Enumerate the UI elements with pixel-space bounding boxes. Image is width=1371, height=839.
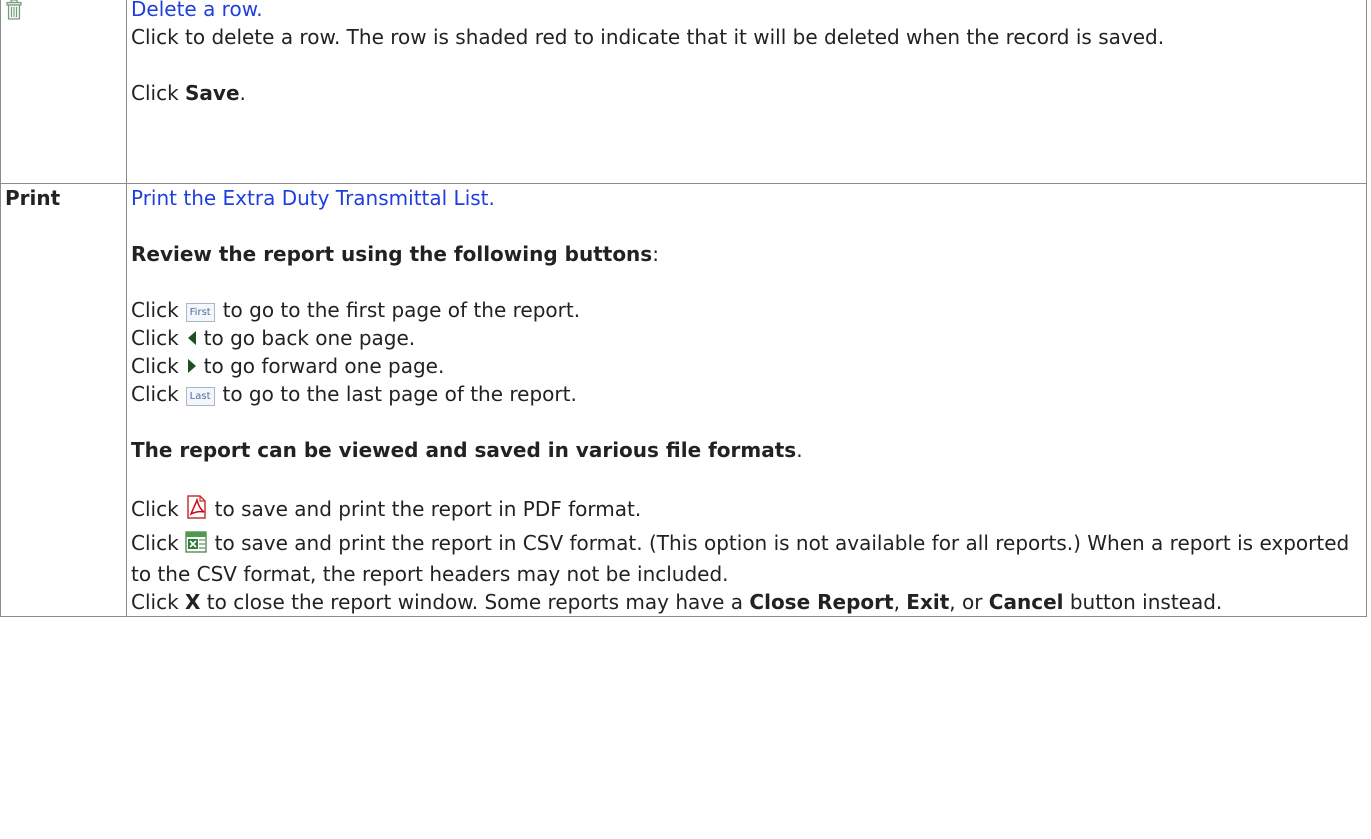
delete-description: Click to delete a row. The row is shaded… bbox=[131, 25, 1165, 49]
last-button-icon: Last bbox=[185, 387, 215, 406]
first-page-instruction: Click First to go to the first page of the… bbox=[131, 298, 581, 322]
pdf-instruction: Click to save and print the report in PD… bbox=[131, 495, 1362, 526]
table-row-delete: Delete a row. Click to delete a row. The… bbox=[0, 0, 1367, 184]
trash-icon bbox=[6, 0, 22, 28]
next-page-instruction: Click to go forward one page. bbox=[131, 354, 445, 378]
delete-row-link[interactable]: Delete a row. bbox=[131, 0, 263, 21]
pdf-icon bbox=[185, 495, 207, 526]
previous-arrow-icon bbox=[187, 331, 196, 345]
print-description-cell: Print the Extra Duty Transmittal List. R… bbox=[126, 183, 1367, 617]
print-label-cell: Print bbox=[0, 183, 127, 617]
help-table: Delete a row. Click to delete a row. The… bbox=[0, 0, 1367, 617]
save-label: Save bbox=[185, 81, 240, 105]
next-arrow-icon bbox=[187, 359, 196, 373]
first-button-icon: First bbox=[185, 303, 215, 322]
delete-description-cell: Delete a row. Click to delete a row. The… bbox=[126, 0, 1367, 184]
print-label: Print bbox=[5, 186, 61, 210]
csv-instruction: Click to save and print the report in CS… bbox=[131, 531, 1350, 586]
save-instruction: Click Save. bbox=[131, 81, 246, 105]
icon-cell bbox=[0, 0, 127, 184]
review-header: Review the report using the following bu… bbox=[131, 242, 659, 266]
excel-icon bbox=[185, 531, 207, 560]
print-list-link[interactable]: Print the Extra Duty Transmittal List. bbox=[131, 186, 495, 210]
table-row-print: Print Print the Extra Duty Transmittal L… bbox=[0, 183, 1367, 617]
last-page-instruction: Click Last to go to the last page of the r… bbox=[131, 382, 577, 406]
formats-header: The report can be viewed and saved in va… bbox=[131, 438, 803, 462]
prev-page-instruction: Click to go back one page. bbox=[131, 326, 416, 350]
close-instruction: Click X to close the report window. Some… bbox=[131, 590, 1223, 614]
